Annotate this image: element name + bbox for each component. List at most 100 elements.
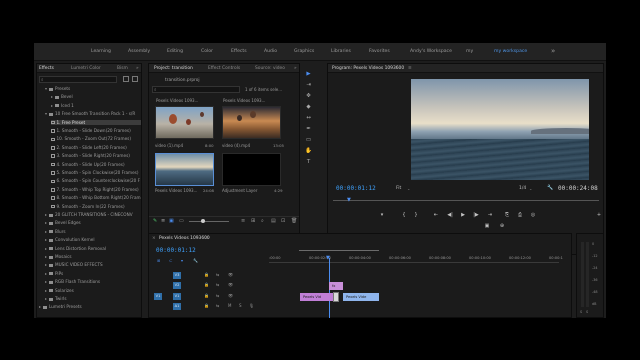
chevron-right-icon[interactable]: [45, 264, 47, 267]
track-target-v3[interactable]: V3: [173, 272, 181, 279]
panel-menu-icon[interactable]: ≡: [205, 236, 209, 241]
new-item-icon[interactable]: ⊡: [281, 218, 285, 224]
effects-folder[interactable]: Blurs: [45, 229, 141, 234]
wrench-icon[interactable]: 🔧: [547, 185, 553, 191]
find-icon[interactable]: ⌕: [261, 218, 264, 224]
pen-tool-icon[interactable]: ✒: [305, 126, 312, 132]
list-view-icon[interactable]: ≣: [161, 218, 165, 224]
program-timecode[interactable]: 00:00:01:12: [336, 185, 376, 192]
program-scrubber[interactable]: [333, 200, 599, 201]
step-forward-icon[interactable]: |▶: [472, 212, 480, 218]
go-to-out-icon[interactable]: ⇥: [486, 212, 494, 218]
step-back-icon[interactable]: ◀|: [446, 212, 454, 218]
effects-folder[interactable]: MUSIC VIDEO EFFECTS: [45, 262, 141, 267]
workspace-my-workspace[interactable]: my workspace: [494, 49, 527, 54]
thumbnail-pexels-video[interactable]: [155, 153, 214, 186]
add-marker-icon[interactable]: ▾: [378, 212, 386, 218]
lock-icon[interactable]: 🔒: [204, 272, 209, 277]
chevron-right-icon[interactable]: [45, 239, 47, 242]
trash-icon[interactable]: 🗑: [291, 218, 297, 224]
workspace-effects[interactable]: Effects: [231, 49, 247, 54]
effects-folder[interactable]: Solarizes: [45, 288, 141, 293]
source-patch-v1[interactable]: V1: [154, 293, 162, 300]
workspace-graphics[interactable]: Graphics: [294, 49, 314, 54]
thumbnail-adjustment-layer[interactable]: [222, 153, 281, 186]
playhead-icon[interactable]: ▼: [326, 255, 330, 261]
chevron-right-icon[interactable]: [45, 230, 47, 233]
lift-icon[interactable]: ⎘: [503, 212, 511, 218]
rectangle-tool-icon[interactable]: ▭: [305, 137, 312, 143]
eye-icon[interactable]: 👁: [228, 272, 233, 277]
sort-icon[interactable]: ≡: [241, 218, 245, 224]
timeline-timecode[interactable]: 00:00:01:12: [156, 247, 196, 254]
track-select-tool-icon[interactable]: ⇥: [305, 82, 312, 88]
effect-preset[interactable]: 1. Free Preset: [51, 119, 141, 125]
chevron-right-icon[interactable]: [45, 298, 47, 300]
sequence-title[interactable]: Pexels Videos 1093600: [159, 236, 210, 241]
fit-dropdown[interactable]: Fit: [396, 186, 401, 191]
camera-icon[interactable]: ▣: [483, 223, 491, 229]
effect-preset[interactable]: 7. Smooth - Whip Top Right(20 Frames): [51, 187, 141, 192]
effect-preset[interactable]: 6. Smooth - Spin Counterclockwise(20 F: [51, 178, 141, 183]
play-icon[interactable]: ▶: [459, 212, 467, 218]
timeline-clip[interactable]: Pexels Vide: [343, 293, 379, 301]
sync-lock-icon[interactable]: ⇆: [216, 272, 219, 277]
effects-folder[interactable]: Convolution Kernel: [45, 237, 141, 242]
sync-lock-icon[interactable]: ⇆: [216, 303, 219, 308]
effects-folder[interactable]: Bevel: [51, 94, 141, 99]
chevron-right-icon[interactable]: [45, 281, 47, 284]
tab-effects[interactable]: Effects: [39, 66, 54, 71]
panel-menu-icon[interactable]: ≡: [408, 66, 412, 71]
solo-button[interactable]: S: [239, 303, 242, 308]
thumb-label[interactable]: Pexels Videos 1093...: [155, 188, 197, 193]
tab-overflow-button[interactable]: »: [136, 66, 139, 71]
thumb-label[interactable]: Adjustment Layer: [222, 188, 257, 193]
new-bin-icon[interactable]: ▤: [271, 218, 276, 224]
project-search-input[interactable]: ⌕: [152, 86, 240, 93]
effect-preset[interactable]: 1. Smooth - Slide Down(20 Frames): [51, 128, 141, 133]
timeline-settings-icon[interactable]: 🔧: [193, 258, 198, 263]
workspace-favorites[interactable]: Favorites: [369, 49, 390, 54]
chevron-right-icon[interactable]: [45, 256, 47, 258]
effect-preset[interactable]: 10. Smooth - Zoom Out(72 Frames): [51, 136, 141, 141]
effects-folder[interactable]: Iced 1: [51, 103, 141, 108]
effects-folder[interactable]: Twirls: [45, 296, 141, 301]
timeline-clip[interactable]: Pexels Vid: [300, 293, 334, 301]
thumbnail-video-4[interactable]: [222, 106, 281, 139]
workspace-libraries[interactable]: Libraries: [331, 49, 351, 54]
chevron-down-icon[interactable]: [45, 113, 47, 116]
workspace-audio[interactable]: Audio: [264, 49, 277, 54]
workspace-assembly[interactable]: Assembly: [128, 49, 150, 54]
effect-preset[interactable]: 5. Smooth - Spin Clockwise(20 Frames): [51, 170, 141, 175]
yuv-effects-icon[interactable]: [132, 76, 138, 82]
add-marker-icon[interactable]: ▾: [181, 258, 183, 263]
automate-to-sequence-icon[interactable]: ⊞: [251, 218, 255, 224]
lock-icon[interactable]: 🔒: [204, 293, 209, 298]
effects-search-input[interactable]: ⌕: [39, 76, 117, 83]
workspace-my[interactable]: my: [466, 49, 473, 54]
eye-icon[interactable]: 👁: [228, 293, 233, 298]
hand-tool-icon[interactable]: ✋: [305, 148, 312, 154]
playhead-marker-icon[interactable]: ▼: [347, 197, 351, 203]
sync-lock-icon[interactable]: ⇆: [216, 293, 219, 298]
tab-lumetri-color[interactable]: Lumetri Color: [71, 66, 101, 71]
zoom-slider-handle[interactable]: [201, 219, 205, 223]
chevron-down-icon[interactable]: [45, 88, 47, 90]
effect-preset[interactable]: 9. Smooth - Zoom In(22 Frames): [51, 204, 141, 209]
workspace-andys[interactable]: Andy's Workspace: [410, 49, 452, 54]
freeform-view-icon[interactable]: ▭: [179, 218, 184, 224]
track-target-v2[interactable]: V2: [173, 282, 181, 289]
accelerated-effects-icon[interactable]: [123, 76, 129, 82]
effects-folder[interactable]: Mosaics: [45, 254, 141, 259]
effects-folder[interactable]: Lens Distortion Removal: [45, 246, 141, 251]
timeline-clip[interactable]: fx: [329, 282, 343, 290]
track-target-v1[interactable]: V1: [173, 293, 181, 300]
chevron-down-icon[interactable]: ⌄: [407, 186, 410, 191]
chevron-down-icon[interactable]: ⌄: [529, 186, 532, 191]
effects-folder[interactable]: PiPs: [45, 271, 141, 276]
button-editor-icon[interactable]: +: [595, 212, 603, 218]
work-area-bar[interactable]: [299, 250, 379, 251]
snap-icon[interactable]: ⊞: [157, 258, 160, 263]
chevron-right-icon[interactable]: [39, 306, 41, 309]
effect-preset[interactable]: 3. Smooth - Slide Right(20 Frames): [51, 153, 141, 158]
